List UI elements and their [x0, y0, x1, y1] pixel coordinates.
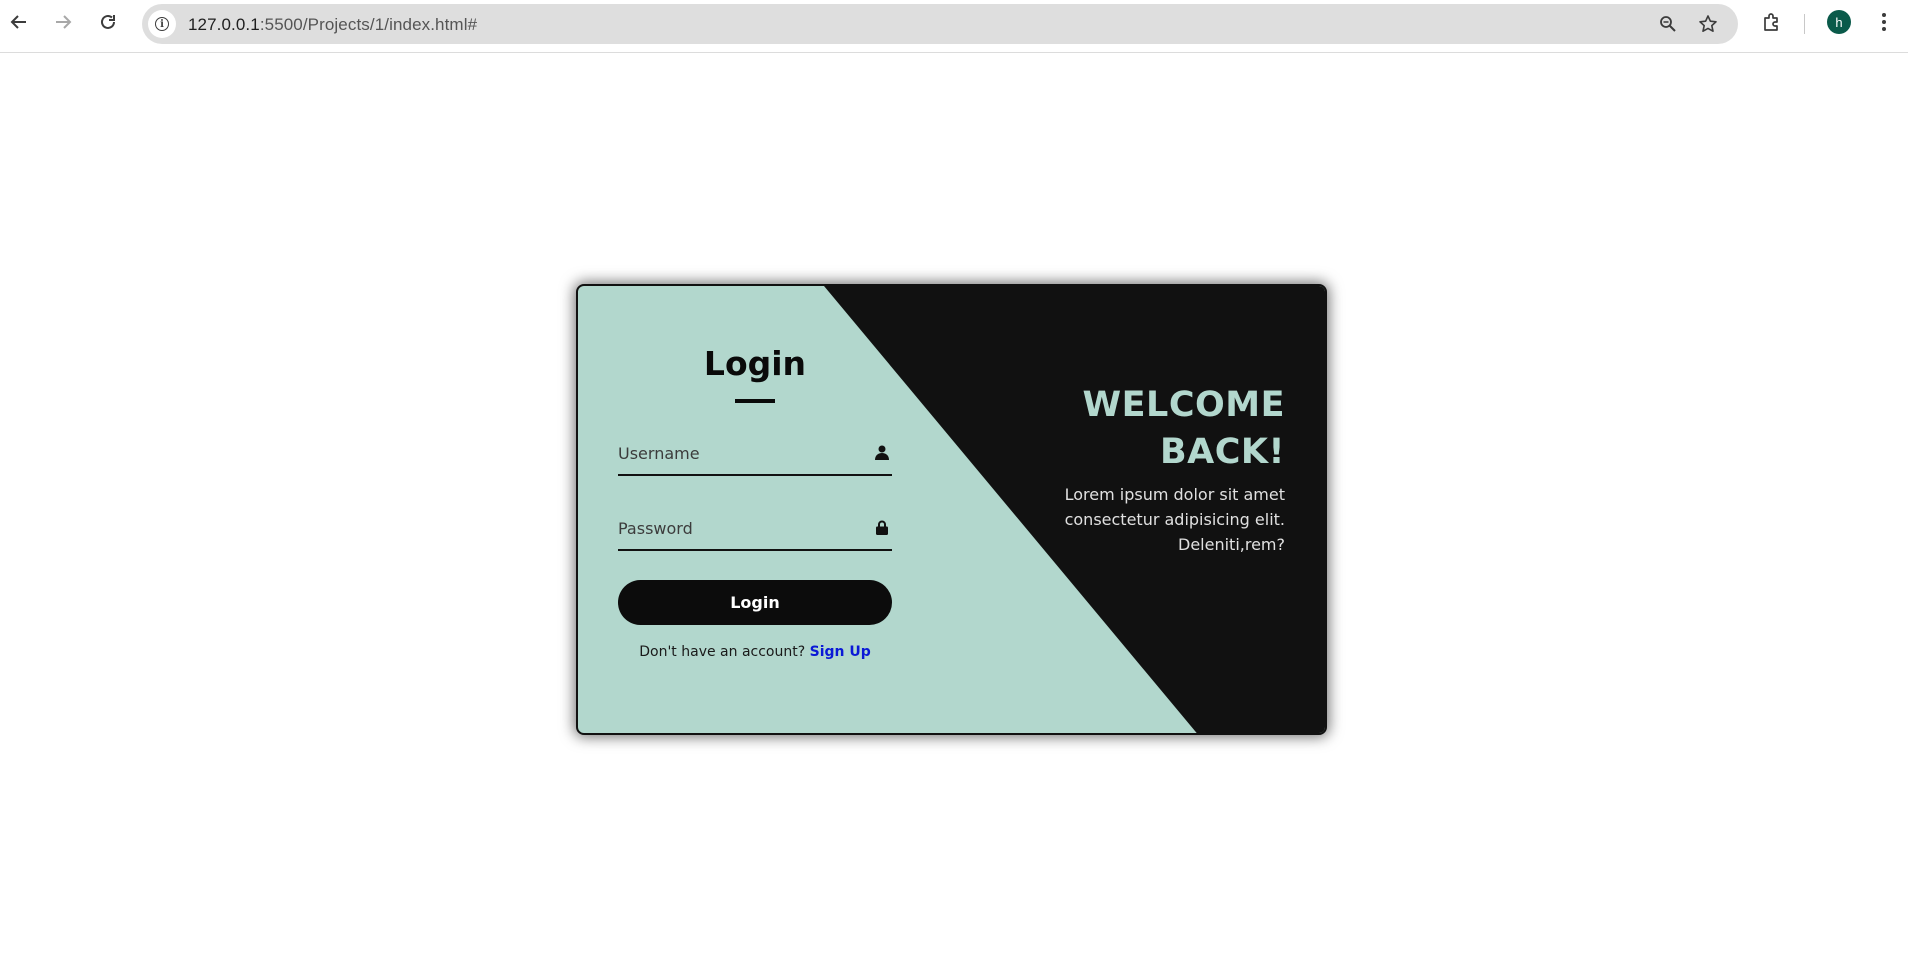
form-title: Login	[703, 344, 807, 383]
address-bar[interactable]: i 127.0.0.1:5500/Projects/1/index.html#	[142, 4, 1738, 44]
user-icon	[874, 444, 890, 460]
username-field	[618, 432, 892, 476]
welcome-text: Lorem ipsum dolor sit amet consectetur a…	[1064, 485, 1285, 554]
bookmark-star-icon[interactable]	[1696, 12, 1720, 36]
browser-toolbar: i 127.0.0.1:5500/Projects/1/index.html# …	[0, 0, 1908, 53]
reload-icon[interactable]	[95, 9, 121, 35]
toolbar-divider	[1804, 14, 1805, 34]
welcome-title: WELCOME BACK!	[1082, 385, 1285, 472]
back-icon[interactable]	[6, 9, 32, 35]
signup-line: Don't have an account? Sign Up	[618, 644, 892, 660]
signup-link[interactable]: Sign Up	[810, 644, 871, 660]
username-input[interactable]	[618, 440, 858, 466]
signup-prompt: Don't have an account?	[639, 644, 806, 660]
password-input[interactable]	[618, 515, 858, 541]
lock-icon	[874, 519, 890, 535]
login-form: Login Login Don't have an account? Sign …	[618, 286, 892, 733]
profile-avatar[interactable]: h	[1827, 10, 1851, 34]
url-text[interactable]: 127.0.0.1:5500/Projects/1/index.html#	[188, 15, 477, 35]
menu-icon[interactable]	[1871, 9, 1897, 35]
title-underline	[735, 399, 775, 403]
url-host: 127.0.0.1	[188, 15, 260, 34]
welcome-panel: WELCOME BACK! Lorem ipsum dolor sit amet…	[1045, 382, 1285, 557]
url-path: :5500/Projects/1/index.html#	[259, 15, 478, 34]
login-card: Login Login Don't have an account? Sign …	[576, 284, 1327, 735]
forward-icon[interactable]	[50, 9, 76, 35]
login-button[interactable]: Login	[618, 580, 892, 625]
password-field	[618, 507, 892, 551]
site-info-icon[interactable]: i	[148, 10, 176, 38]
extensions-icon[interactable]	[1759, 9, 1785, 35]
zoom-icon[interactable]	[1656, 12, 1680, 36]
